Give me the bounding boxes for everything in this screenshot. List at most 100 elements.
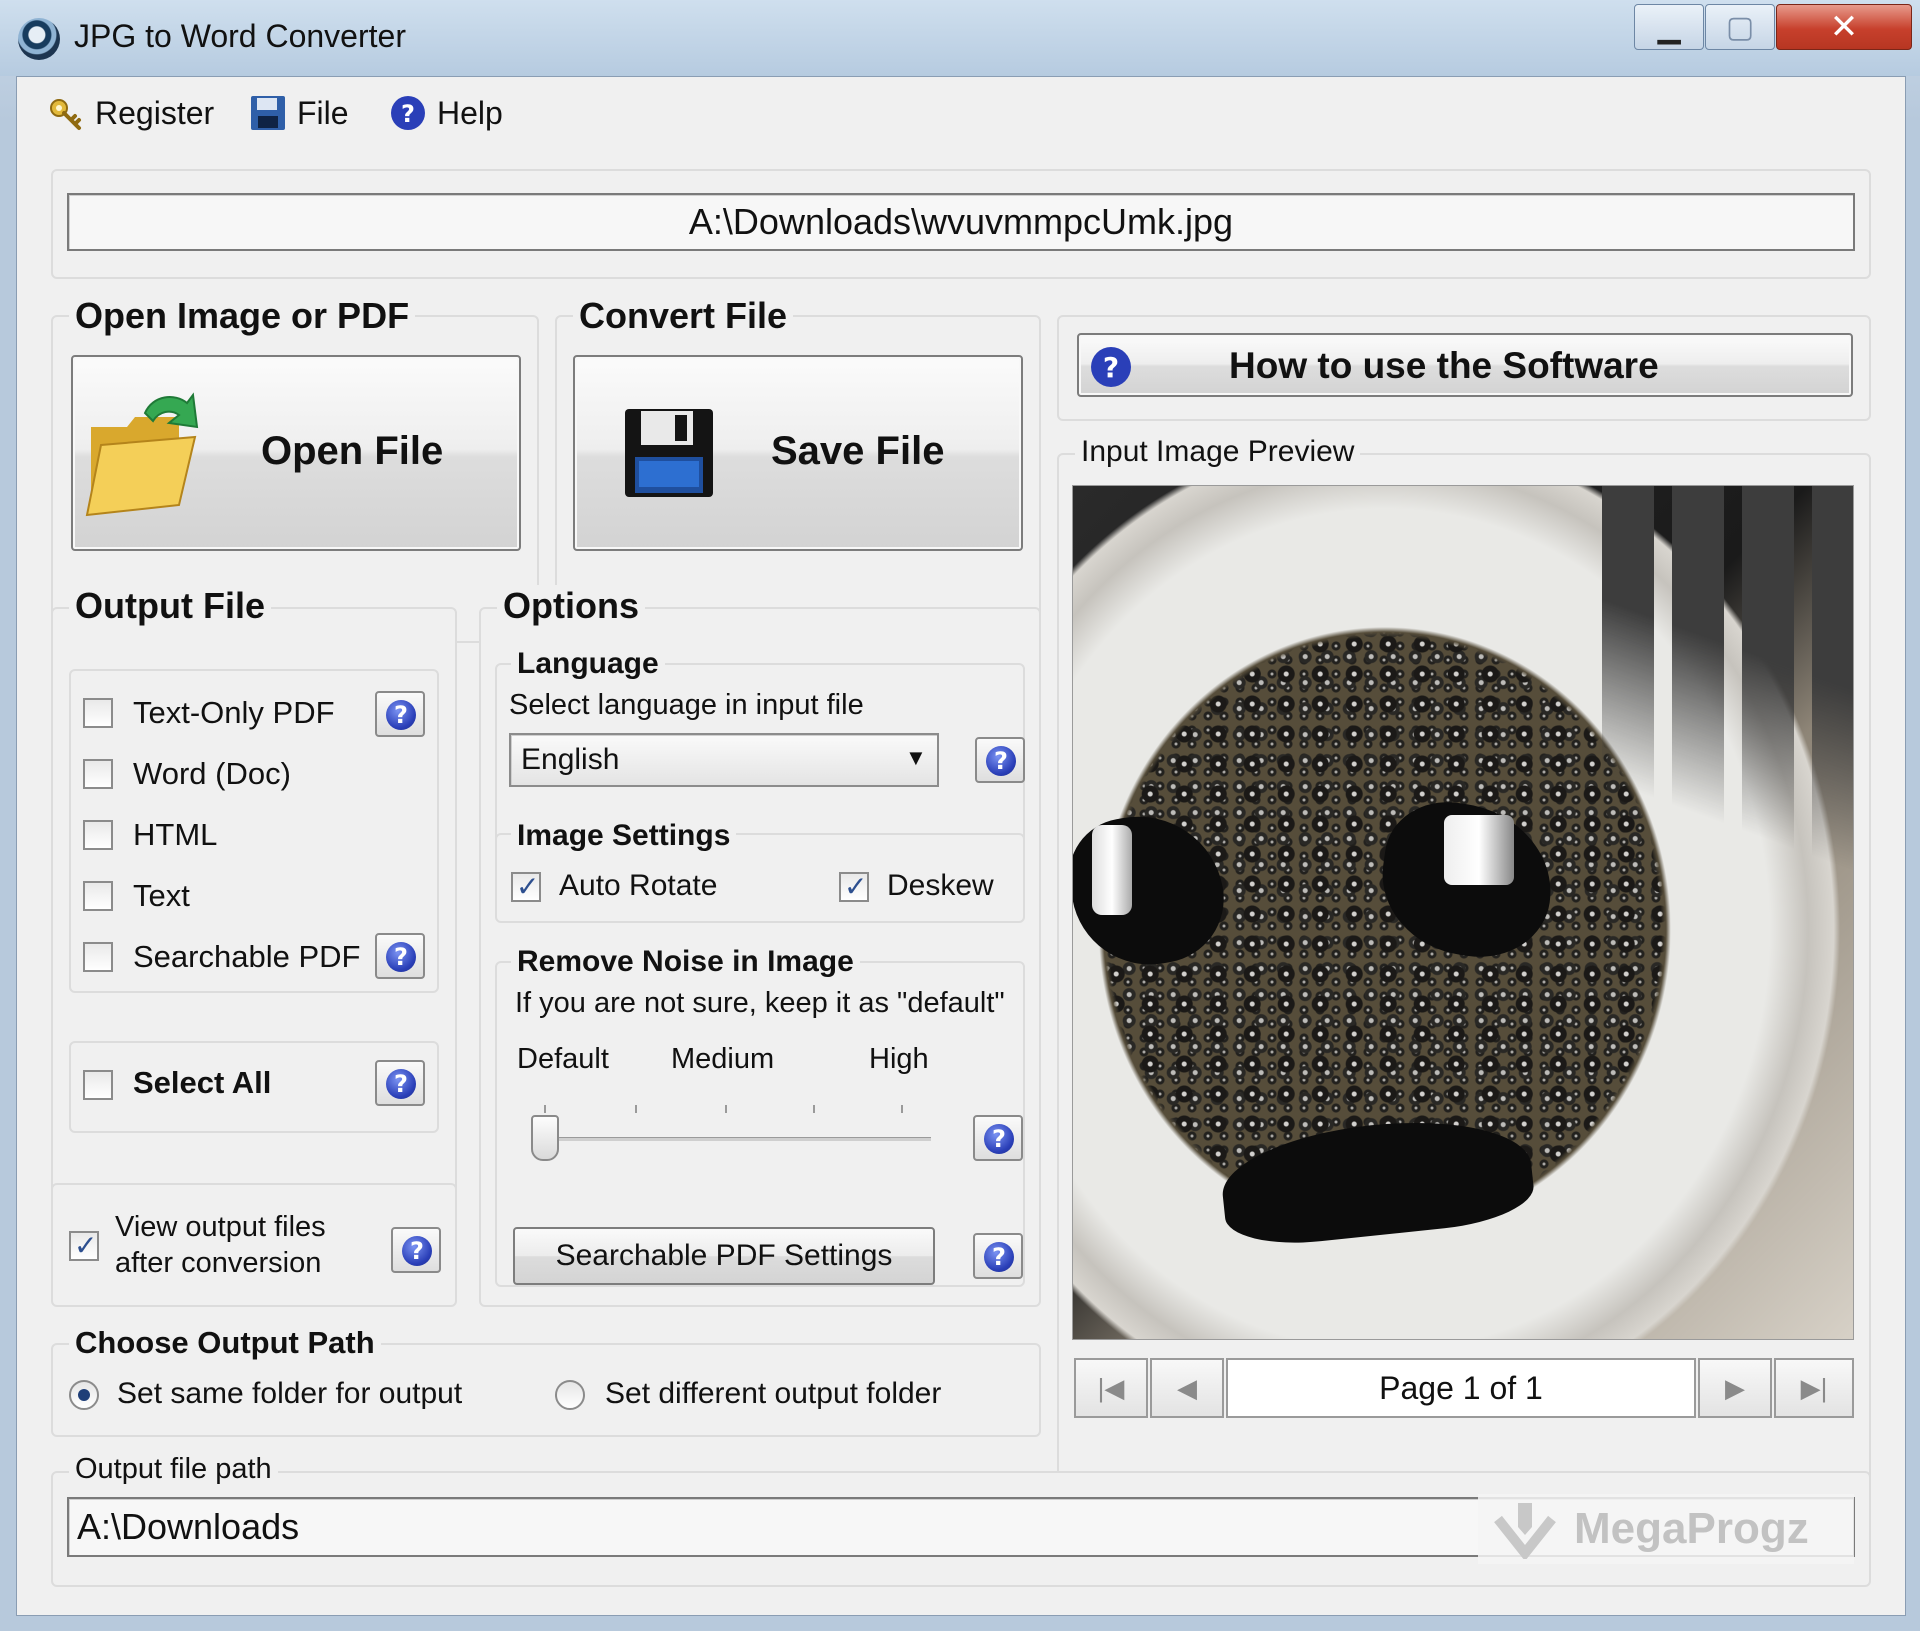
html-label: HTML bbox=[133, 817, 218, 852]
options-title: Options bbox=[497, 585, 645, 627]
preview-title: Input Image Preview bbox=[1075, 435, 1361, 469]
word-doc-label: Word (Doc) bbox=[133, 756, 291, 791]
title-bar: JPG to Word Converter ▁ ▢ ✕ bbox=[0, 0, 1920, 76]
watermark: MegaProgz bbox=[1478, 1494, 1854, 1564]
app-icon bbox=[18, 18, 60, 60]
help-icon: ? bbox=[992, 1243, 1006, 1271]
text-only-pdf-label: Text-Only PDF bbox=[133, 695, 335, 730]
previous-page-icon: ◀ bbox=[1177, 1372, 1197, 1403]
open-file-button[interactable]: Open File bbox=[71, 355, 521, 551]
save-file-button[interactable]: Save File bbox=[573, 355, 1023, 551]
auto-rotate-checkbox[interactable] bbox=[511, 870, 541, 903]
folder-icon bbox=[83, 387, 203, 527]
previous-page-button[interactable]: ◀ bbox=[1150, 1358, 1224, 1418]
output-path-title: Choose Output Path bbox=[69, 1325, 381, 1361]
minimize-button[interactable]: ▁ bbox=[1634, 4, 1704, 50]
noise-slider-tick bbox=[544, 1105, 546, 1113]
open-image-title: Open Image or PDF bbox=[69, 295, 416, 337]
noise-label-high: High bbox=[869, 1043, 929, 1075]
save-file-label: Save File bbox=[771, 429, 945, 473]
maximize-icon: ▢ bbox=[1725, 10, 1755, 44]
close-icon: ✕ bbox=[1829, 8, 1859, 46]
minimize-icon: ▁ bbox=[1657, 10, 1681, 44]
noise-slider-tick bbox=[725, 1105, 727, 1113]
help-icon: ? bbox=[992, 1125, 1006, 1153]
watermark-logo-icon bbox=[1490, 1499, 1560, 1562]
searchable-pdf-checkbox[interactable] bbox=[83, 942, 113, 972]
language-help-button[interactable]: ? bbox=[975, 737, 1025, 783]
view-output-line1: View output files bbox=[115, 1211, 326, 1243]
noise-title: Remove Noise in Image bbox=[511, 945, 860, 979]
menu-file[interactable]: File bbox=[249, 91, 349, 135]
searchable-pdf-settings-button[interactable]: Searchable PDF Settings bbox=[513, 1227, 935, 1285]
next-page-button[interactable]: ▶ bbox=[1698, 1358, 1772, 1418]
output-file-title: Output File bbox=[69, 585, 271, 627]
deskew-label: Deskew bbox=[887, 869, 994, 902]
input-file-path[interactable]: A:\Downloads\wvuvmmpcUmk.jpg bbox=[67, 193, 1855, 251]
help-icon: ? bbox=[1089, 345, 1133, 389]
deskew-checkbox[interactable] bbox=[839, 870, 869, 903]
svg-text:?: ? bbox=[401, 100, 415, 128]
view-output-line2: after conversion bbox=[115, 1247, 322, 1279]
app-window: JPG to Word Converter ▁ ▢ ✕ Register Fil… bbox=[0, 0, 1920, 1631]
select-all-checkbox[interactable] bbox=[83, 1070, 113, 1100]
searchable-pdf-settings-help-button[interactable]: ? bbox=[973, 1233, 1023, 1279]
first-page-icon: |◀ bbox=[1097, 1372, 1125, 1403]
first-page-button[interactable]: |◀ bbox=[1074, 1358, 1148, 1418]
help-icon: ? bbox=[394, 943, 408, 971]
auto-rotate-label: Auto Rotate bbox=[559, 869, 718, 902]
language-selected: English bbox=[521, 743, 620, 776]
how-to-use-button[interactable]: ? How to use the Software bbox=[1077, 333, 1853, 397]
help-icon: ? bbox=[394, 1070, 408, 1098]
last-page-button[interactable]: ▶| bbox=[1774, 1358, 1854, 1418]
searchable-pdf-help-button[interactable]: ? bbox=[375, 933, 425, 979]
floppy-disk-icon bbox=[249, 94, 287, 132]
noise-slider-track[interactable] bbox=[533, 1137, 931, 1141]
menu-register-label: Register bbox=[95, 94, 215, 131]
noise-slider-tick bbox=[813, 1105, 815, 1113]
view-output-help-button[interactable]: ? bbox=[391, 1227, 441, 1273]
view-output-checkbox[interactable] bbox=[69, 1229, 99, 1262]
how-to-use-label: How to use the Software bbox=[1229, 345, 1659, 386]
key-icon bbox=[47, 94, 85, 132]
open-file-label: Open File bbox=[261, 429, 444, 473]
chevron-down-icon: ▼ bbox=[905, 745, 927, 770]
help-icon: ? bbox=[394, 701, 408, 729]
close-button[interactable]: ✕ bbox=[1776, 4, 1912, 50]
menu-register[interactable]: Register bbox=[47, 91, 214, 135]
different-folder-radio[interactable] bbox=[555, 1380, 585, 1410]
different-folder-label: Set different output folder bbox=[605, 1377, 942, 1410]
floppy-disk-icon bbox=[621, 405, 717, 501]
noise-label-medium: Medium bbox=[671, 1043, 775, 1075]
view-output-label: View output files after conversion bbox=[115, 1209, 326, 1281]
text-only-pdf-checkbox[interactable] bbox=[83, 698, 113, 728]
word-doc-checkbox[interactable] bbox=[83, 759, 113, 789]
menu-help-label: Help bbox=[437, 94, 503, 131]
output-file-path-label: Output file path bbox=[69, 1453, 278, 1486]
html-checkbox[interactable] bbox=[83, 820, 113, 850]
select-all-label: Select All bbox=[133, 1065, 272, 1100]
select-all-help-button[interactable]: ? bbox=[375, 1060, 425, 1106]
maximize-button[interactable]: ▢ bbox=[1705, 4, 1775, 50]
watermark-text: MegaProgz bbox=[1574, 1504, 1809, 1553]
noise-help-button[interactable]: ? bbox=[973, 1115, 1023, 1161]
same-folder-label: Set same folder for output bbox=[117, 1377, 463, 1410]
noise-slider-tick bbox=[901, 1105, 903, 1113]
language-select[interactable]: English ▼ bbox=[509, 733, 939, 787]
same-folder-radio[interactable] bbox=[69, 1380, 99, 1410]
searchable-pdf-label: Searchable PDF bbox=[133, 939, 361, 974]
next-page-icon: ▶ bbox=[1725, 1372, 1745, 1403]
page-indicator: Page 1 of 1 bbox=[1226, 1358, 1696, 1418]
text-only-pdf-help-button[interactable]: ? bbox=[375, 691, 425, 737]
language-hint: Select language in input file bbox=[509, 689, 864, 721]
help-icon: ? bbox=[994, 747, 1008, 775]
menu-file-label: File bbox=[297, 94, 349, 131]
help-icon: ? bbox=[389, 94, 427, 132]
noise-hint: If you are not sure, keep it as "default… bbox=[515, 987, 1005, 1019]
menu-help[interactable]: ? Help bbox=[389, 91, 503, 135]
window-title: JPG to Word Converter bbox=[74, 18, 406, 54]
text-label: Text bbox=[133, 878, 190, 913]
text-checkbox[interactable] bbox=[83, 881, 113, 911]
language-title: Language bbox=[511, 647, 665, 681]
noise-slider-thumb[interactable] bbox=[531, 1115, 559, 1161]
